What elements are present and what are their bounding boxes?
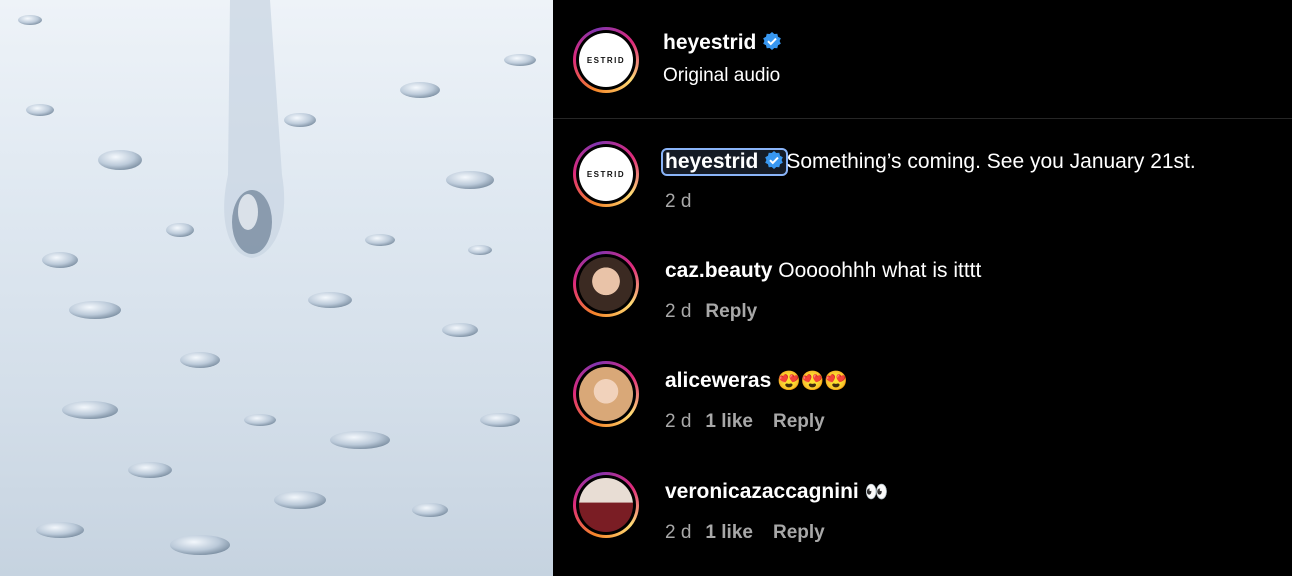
avatar-ring[interactable]: ESTRID	[573, 27, 639, 93]
avatar-ring[interactable]	[573, 472, 639, 538]
avatar-ring[interactable]: ESTRID	[573, 141, 639, 207]
verified-badge-icon	[763, 32, 782, 50]
caption-text: Something’s coming. See you January 21st…	[786, 150, 1196, 173]
audio-subtitle[interactable]: Original audio	[663, 65, 780, 87]
avatar: ESTRID	[579, 147, 633, 201]
avatar	[579, 257, 633, 311]
reel-video-frame[interactable]	[0, 0, 553, 576]
comment-username[interactable]: veronicazaccagnini	[665, 480, 859, 503]
comment-text: Ooooohhh what is itttt	[778, 259, 982, 282]
comment-time: 2 d	[665, 301, 692, 322]
reply-button[interactable]: Reply	[773, 411, 825, 432]
post-header: ESTRID heyestrid Original audio	[553, 0, 1292, 119]
header-username[interactable]: heyestrid	[663, 31, 756, 54]
caption-username[interactable]: heyestrid	[665, 150, 758, 173]
comment-time: 2 d	[665, 411, 692, 432]
comment-text: 👀	[864, 482, 889, 503]
comment-username[interactable]: caz.beauty	[665, 259, 772, 282]
comment-username[interactable]: aliceweras	[665, 369, 771, 392]
reply-button[interactable]: Reply	[773, 522, 825, 543]
avatar-logo-text: ESTRID	[586, 55, 626, 65]
comments-panel: ESTRID heyestrid Original audio ESTRID h…	[553, 0, 1292, 576]
avatar-ring[interactable]	[573, 361, 639, 427]
comment-text: 😍😍😍	[777, 371, 849, 392]
avatar-logo-text: ESTRID	[586, 169, 626, 179]
caption-time: 2 d	[665, 191, 692, 212]
comment-time: 2 d	[665, 522, 692, 543]
like-count[interactable]: 1 like	[705, 522, 753, 543]
avatar: ESTRID	[579, 33, 633, 87]
reply-button[interactable]: Reply	[705, 301, 757, 322]
rain-droplets-image	[18, 0, 536, 555]
verified-badge-icon	[765, 151, 784, 169]
avatar	[579, 367, 633, 421]
caption-username-highlight[interactable]: heyestrid	[660, 148, 789, 176]
like-count[interactable]: 1 like	[705, 411, 753, 432]
avatar	[579, 478, 633, 532]
avatar-ring[interactable]	[573, 251, 639, 317]
